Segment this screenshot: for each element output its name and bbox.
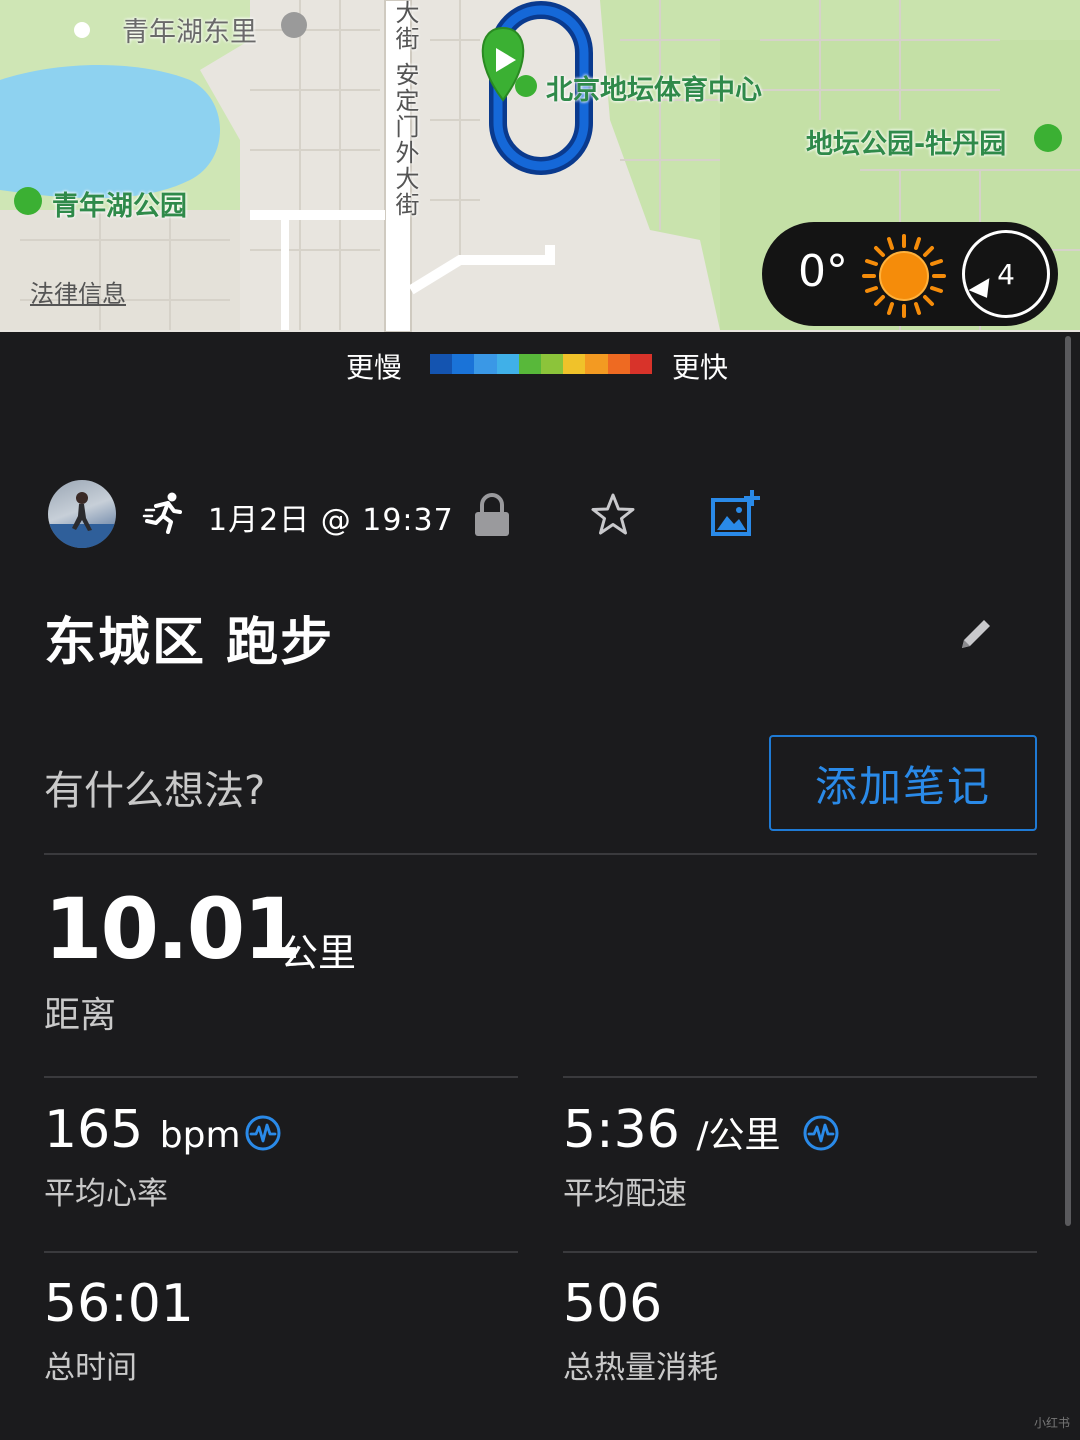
avg-hr-unit: bpm: [159, 1115, 241, 1156]
divider: [44, 1251, 518, 1253]
wind-compass-icon: 4: [962, 230, 1050, 318]
avg-hr-label: 平均心率: [44, 1176, 168, 1212]
sun-icon: [862, 234, 946, 318]
map-label-ditan-park: 地坛公园-牡丹园: [806, 129, 1007, 160]
pace-gradient-segment: [585, 354, 608, 374]
divider: [44, 1076, 518, 1078]
pace-gradient-segment: [541, 354, 564, 374]
pace-gradient-segment: [452, 354, 475, 374]
divider: [563, 1251, 1037, 1253]
lock-icon[interactable]: [472, 492, 512, 538]
map-label-andingmen-street: 安定门外大街: [391, 62, 419, 218]
note-prompt: 有什么想法?: [44, 768, 266, 814]
legend-slower-label: 更慢: [346, 351, 403, 384]
map-label-qingnianhu-park: 青年湖公园: [52, 191, 187, 222]
heart-rate-sensor-icon[interactable]: [244, 1114, 282, 1152]
pace-sensor-icon[interactable]: [802, 1114, 840, 1152]
pace-gradient-segment: [430, 354, 453, 374]
avg-pace-value: 5:36: [563, 1100, 680, 1160]
activity-date: 1月2日 @ 19:37: [208, 503, 454, 538]
map-label-ditan-sports-center: 北京地坛体育中心: [546, 75, 762, 106]
map-label-qingnianhu-dongli: 青年湖东里: [122, 17, 257, 48]
total-time-value[interactable]: 56:01: [44, 1274, 194, 1334]
pace-legend: 更慢 更快: [0, 340, 1080, 390]
avg-pace-unit: /公里: [696, 1115, 781, 1156]
activity-title: 东城区 跑步: [44, 613, 335, 673]
weather-temperature: 0°: [798, 246, 848, 297]
total-time-label: 总时间: [44, 1350, 137, 1386]
calories-value[interactable]: 506: [563, 1274, 662, 1334]
distance-label: 距离: [44, 995, 117, 1036]
map-label-street-fragment: 大街: [391, 0, 419, 52]
legend-faster-label: 更快: [672, 351, 729, 384]
wind-speed: 4: [997, 257, 1015, 291]
pace-gradient-segment: [563, 354, 586, 374]
weather-badge[interactable]: 0° 4: [762, 222, 1058, 326]
distance-unit: 公里: [280, 931, 357, 975]
edit-icon[interactable]: [956, 614, 996, 654]
avg-pace-label: 平均配速: [563, 1176, 687, 1212]
pace-gradient-segment: [607, 354, 630, 374]
pace-gradient-segment: [474, 354, 497, 374]
legal-info-link[interactable]: 法律信息: [30, 274, 126, 309]
watermark: 小红书: [1034, 1416, 1071, 1430]
avatar-runner-image: [48, 492, 116, 548]
run-icon: [142, 492, 182, 534]
avg-hr-value: 165: [44, 1100, 144, 1160]
distance-value: 10.01: [44, 880, 302, 978]
add-note-button[interactable]: 添加笔记: [769, 735, 1037, 831]
avatar[interactable]: [48, 480, 116, 548]
scrollbar[interactable]: [1065, 336, 1071, 1226]
pace-gradient-segment: [518, 354, 542, 374]
add-photo-icon[interactable]: [710, 488, 762, 538]
calories-label: 总热量消耗: [563, 1350, 718, 1386]
wind-direction-needle: [968, 278, 998, 304]
pace-gradient-bar: [430, 354, 653, 374]
pace-gradient-segment: [496, 354, 519, 374]
avg-hr-stat[interactable]: 165 bpm: [44, 1100, 241, 1160]
pace-gradient-segment: [629, 354, 653, 374]
divider: [44, 853, 1037, 855]
star-icon[interactable]: [590, 492, 636, 538]
activity-map[interactable]: 青年湖东里 大街 安定门外大街 北京地坛体育中心 地坛公园-牡丹园 青年湖公园 …: [0, 0, 1080, 332]
avg-pace-stat[interactable]: 5:36 /公里: [563, 1100, 780, 1160]
divider: [563, 1076, 1037, 1078]
